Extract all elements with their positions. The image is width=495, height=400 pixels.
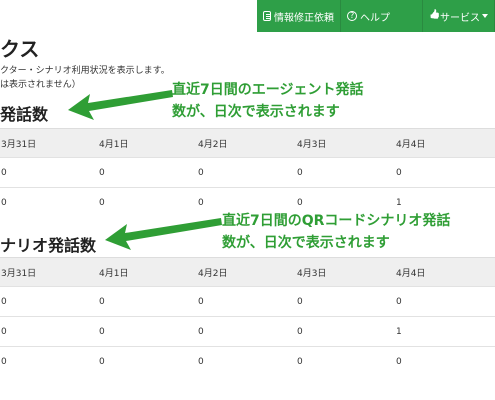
column-header: 3月31日	[0, 257, 100, 287]
annotation-arrow-1	[68, 90, 173, 120]
service-label: サービス	[440, 12, 480, 24]
table-row: 0 0 0 0 0	[0, 286, 495, 317]
document-icon	[263, 11, 271, 21]
table-cell: 0	[99, 346, 198, 377]
table-cell: 0	[99, 187, 198, 218]
table-cell: 1	[395, 316, 495, 347]
table-cell: 0	[99, 316, 198, 347]
table-cell: 0	[0, 187, 100, 218]
annotation-line: 数が、日次で表示されます	[222, 235, 390, 251]
info-correction-request-button[interactable]: 情報修正依頼	[257, 0, 341, 32]
table-cell: 0	[198, 157, 297, 188]
column-header: 4月2日	[198, 257, 297, 287]
qr-scenario-utterance-table: 3月31日 4月1日 4月2日 4月3日 4月4日 0 0 0 0 0 0 0 …	[0, 257, 495, 377]
table-row: 0 0 0 0 0	[0, 157, 495, 188]
table-cell: 0	[395, 157, 495, 188]
table-cell: 0	[99, 286, 198, 317]
table-cell: 0	[296, 157, 396, 188]
top-button-bar: 情報修正依頼 ヘルプ サービス	[257, 0, 495, 32]
caret-down-icon	[482, 14, 488, 18]
thumbs-up-icon	[429, 12, 437, 21]
page-title: クス	[0, 37, 40, 61]
table-cell: 0	[198, 346, 297, 377]
qr-scenario-utterance-count-title: ナリオ発話数	[0, 236, 97, 255]
table-cell: 0	[395, 286, 495, 317]
annotation-qr-scenario-utterance: 直近7日間のQRコードシナリオ発話 数が、日次で表示されます	[222, 210, 450, 254]
table-cell: 0	[0, 157, 100, 188]
column-header: 4月3日	[296, 257, 396, 287]
table-cell: 0	[99, 157, 198, 188]
table-header-row: 3月31日 4月1日 4月2日 4月3日 4月4日	[0, 257, 495, 287]
page-description: クター・シナリオ利用状況を表示します。	[0, 66, 170, 76]
help-label: ヘルプ	[360, 12, 390, 24]
annotation-line: 直近7日間のQRコードシナリオ発話	[222, 213, 451, 229]
table-header-row: 3月31日 4月1日 4月2日 4月3日 4月4日	[0, 128, 495, 158]
annotation-agent-utterance: 直近7日間のエージェント発話 数が、日次で表示されます	[172, 79, 363, 123]
annotation-line: 直近7日間のエージェント発話	[172, 82, 364, 98]
question-circle-icon	[347, 10, 357, 22]
agent-utterance-table: 3月31日 4月1日 4月2日 4月3日 4月4日 0 0 0 0 0 0 0 …	[0, 128, 495, 218]
agent-utterance-count-title: 発話数	[0, 105, 49, 124]
table-cell: 0	[296, 316, 396, 347]
column-header: 4月1日	[99, 257, 198, 287]
column-header: 4月3日	[296, 128, 396, 158]
table-cell: 0	[198, 316, 297, 347]
table-cell: 0	[0, 286, 100, 317]
table-cell: 0	[0, 346, 100, 377]
table-cell: 0	[198, 286, 297, 317]
column-header: 4月2日	[198, 128, 297, 158]
table-cell: 0	[0, 316, 100, 347]
help-button[interactable]: ヘルプ	[341, 0, 423, 32]
table-cell: 0	[296, 286, 396, 317]
table-cell: 0	[296, 346, 396, 377]
service-menu-button[interactable]: サービス	[423, 0, 495, 32]
column-header: 4月1日	[99, 128, 198, 158]
column-header: 4月4日	[395, 128, 495, 158]
annotation-line: 数が、日次で表示されます	[172, 104, 340, 120]
table-cell: 0	[395, 346, 495, 377]
column-header: 4月4日	[395, 257, 495, 287]
table-row: 0 0 0 0 1	[0, 316, 495, 347]
info-correction-request-label: 情報修正依頼	[274, 12, 334, 24]
column-header: 3月31日	[0, 128, 100, 158]
annotation-arrow-2	[105, 218, 222, 250]
table-row: 0 0 0 0 0	[0, 346, 495, 377]
